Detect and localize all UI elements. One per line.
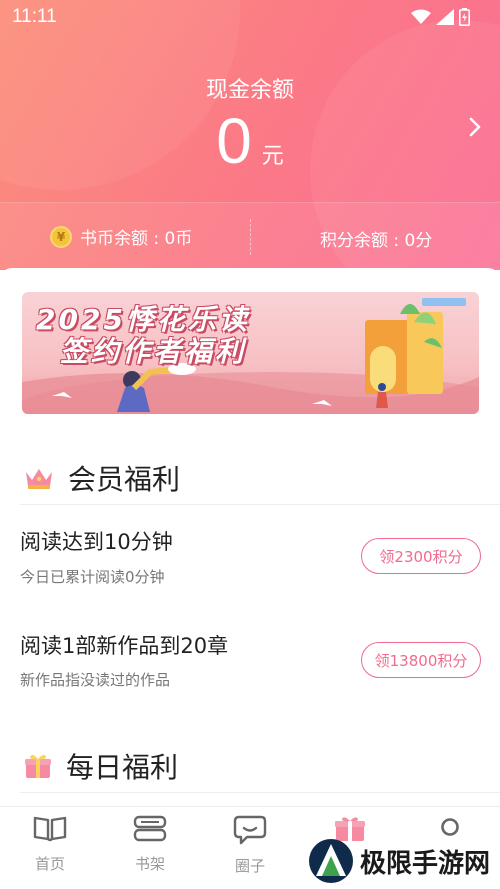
claim-points-button[interactable]: 领2300积分: [361, 538, 481, 574]
watermark: 极限手游网: [308, 838, 490, 884]
tab-label: 首页: [34, 855, 65, 873]
gift-icon: [25, 754, 51, 778]
tab-circle[interactable]: 圈子: [210, 815, 290, 876]
claim-points-button[interactable]: 领13800积分: [361, 642, 481, 678]
cash-balance-amount: 0: [216, 105, 252, 177]
status-bar: 11:11: [0, 0, 500, 34]
watermark-logo: [309, 839, 353, 883]
cash-balance-unit: 元: [261, 144, 284, 169]
rewards-content: 2025悸花乐读 签约作者福利 会员福利 阅读达到10分钟 今日已累计阅读0分钟…: [0, 268, 500, 814]
tab-home[interactable]: 首页: [10, 815, 90, 874]
daily-section-header: 每日福利: [24, 746, 178, 786]
signal-icon: [436, 9, 454, 25]
divider: [20, 792, 500, 793]
daily-section-title: 每日福利: [66, 751, 179, 784]
task-title: 阅读达到10分钟: [20, 530, 173, 554]
bookshelf-icon: [133, 815, 167, 842]
banner-title-line2: 签约作者福利: [60, 335, 247, 368]
tab-bookshelf[interactable]: 书架: [110, 815, 190, 874]
status-time: 11:11: [12, 6, 57, 27]
task-desc: 新作品指没读过的作品: [20, 671, 171, 689]
crown-icon: [26, 469, 52, 489]
chevron-right-icon[interactable]: [468, 116, 482, 138]
coin-balance-text: 书币余额 : 0币: [80, 229, 193, 249]
sub-balance-bar: ¥ 书币余额 : 0币 积分余额 : 0分: [0, 202, 500, 270]
cash-balance-label: 现金余额: [205, 78, 294, 103]
member-section-title: 会员福利: [68, 463, 181, 496]
task-title: 阅读1部新作品到20章: [20, 634, 229, 658]
task-desc: 今日已累计阅读0分钟: [20, 568, 165, 586]
wallet-header: 11:11 现金余额 0元 ¥ 书币余额 : 0币 积分余额 : 0分: [0, 0, 500, 270]
cash-balance[interactable]: 0元: [0, 104, 500, 178]
chat-icon: [233, 815, 267, 845]
book-open-icon: [33, 816, 67, 842]
battery-icon: [459, 8, 470, 26]
promo-banner[interactable]: 2025悸花乐读 签约作者福利: [22, 292, 479, 414]
points-balance[interactable]: 积分余额 : 0分: [320, 226, 432, 251]
wifi-icon: [411, 9, 431, 24]
coin-icon: ¥: [50, 225, 72, 248]
divider: [250, 219, 251, 255]
status-icons: [411, 8, 470, 26]
tab-label: 书架: [134, 855, 165, 873]
coin-balance[interactable]: ¥ 书币余额 : 0币: [50, 224, 192, 249]
watermark-text: 极限手游网: [360, 848, 491, 879]
member-section-header: 会员福利: [24, 458, 180, 498]
divider: [20, 504, 500, 505]
tab-label: 圈子: [234, 857, 265, 875]
